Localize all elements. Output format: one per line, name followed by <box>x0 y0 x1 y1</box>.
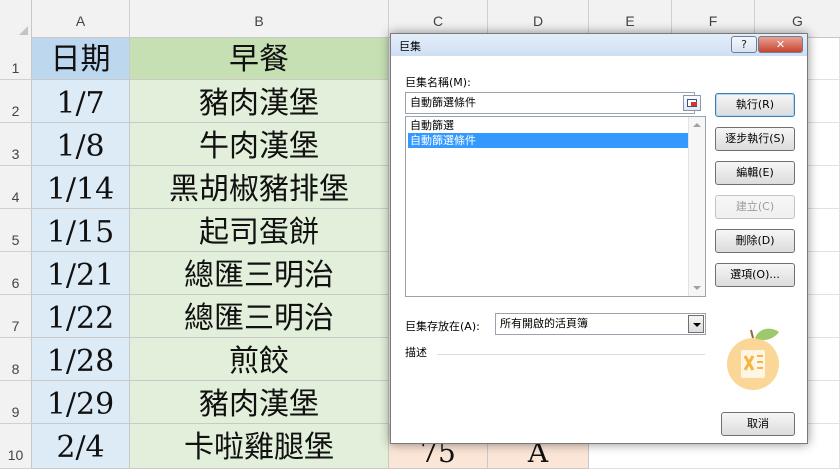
row-header-7[interactable]: 7 <box>0 295 32 338</box>
macro-store-select[interactable]: 所有開啟的活頁簿 <box>495 313 706 335</box>
select-all-triangle-icon <box>19 26 28 35</box>
row-header-9[interactable]: 9 <box>0 381 32 424</box>
row-header-10[interactable]: 10 <box>0 424 32 469</box>
range-select-arrow-icon <box>691 102 697 106</box>
cell-b8[interactable]: 煎餃 <box>130 338 389 381</box>
cell-a4[interactable]: 1/14 <box>32 166 130 209</box>
column-header-a[interactable]: A <box>32 0 130 38</box>
cell-a5[interactable]: 1/15 <box>32 209 130 252</box>
cell-g3[interactable] <box>808 123 840 166</box>
cell-a7[interactable]: 1/22 <box>32 295 130 338</box>
cell-b7[interactable]: 總匯三明治 <box>130 295 389 338</box>
macro-name-label: 巨集名稱(M): <box>405 76 471 89</box>
cell-b1[interactable]: 早餐 <box>130 38 389 80</box>
cancel-button[interactable]: 取消 <box>721 412 795 436</box>
delete-button[interactable]: 刪除(D) <box>715 229 795 253</box>
options-button[interactable]: 選項(O)... <box>715 263 795 287</box>
scroll-up-arrow-icon[interactable] <box>693 123 701 127</box>
macro-list-item[interactable]: 自動篩選 <box>408 118 688 133</box>
step-into-button[interactable]: 逐步執行(S) <box>715 127 795 151</box>
cell-a9[interactable]: 1/29 <box>32 381 130 424</box>
macro-name-ref-button[interactable] <box>683 95 701 111</box>
description-label: 描述 <box>405 346 427 359</box>
cell-a1[interactable]: 日期 <box>32 38 130 80</box>
cell-b2[interactable]: 豬肉漢堡 <box>130 80 389 123</box>
description-divider <box>437 354 705 355</box>
macro-list-scrollbar[interactable] <box>688 117 705 296</box>
dialog-titlebar[interactable]: 巨集 ? ✕ <box>391 34 807 56</box>
help-button[interactable]: ? <box>731 36 757 53</box>
column-header-b[interactable]: B <box>130 0 389 38</box>
cell-g1[interactable] <box>808 38 840 80</box>
create-button[interactable]: 建立(C) <box>715 195 795 219</box>
cell-b9[interactable]: 豬肉漢堡 <box>130 381 389 424</box>
cell-a3[interactable]: 1/8 <box>32 123 130 166</box>
dialog-title: 巨集 <box>399 40 421 53</box>
cell-g8[interactable] <box>808 338 840 381</box>
cell-a8[interactable]: 1/28 <box>32 338 130 381</box>
edit-button[interactable]: 編輯(E) <box>715 161 795 185</box>
macro-store-label: 巨集存放在(A): <box>405 320 480 333</box>
macro-store-value: 所有開啟的活頁簿 <box>500 317 588 330</box>
cell-g9[interactable] <box>808 381 840 424</box>
cell-b4[interactable]: 黑胡椒豬排堡 <box>130 166 389 209</box>
row-header-1[interactable]: 1 <box>0 38 32 80</box>
row-header-5[interactable]: 5 <box>0 209 32 252</box>
row-header-8[interactable]: 8 <box>0 338 32 381</box>
cell-g5[interactable] <box>808 209 840 252</box>
cell-b6[interactable]: 總匯三明治 <box>130 252 389 295</box>
cell-a6[interactable]: 1/21 <box>32 252 130 295</box>
macro-store-dropdown-button[interactable] <box>688 315 704 333</box>
cell-a2[interactable]: 1/7 <box>32 80 130 123</box>
chevron-down-icon <box>693 323 701 327</box>
cell-b10[interactable]: 卡啦雞腿堡 <box>130 424 389 469</box>
cell-g7[interactable] <box>808 295 840 338</box>
cell-g6[interactable] <box>808 252 840 295</box>
cell-g2[interactable] <box>808 80 840 123</box>
row-header-3[interactable]: 3 <box>0 123 32 166</box>
cell-a10[interactable]: 2/4 <box>32 424 130 469</box>
select-all-corner[interactable] <box>0 0 32 38</box>
cell-g4[interactable] <box>808 166 840 209</box>
orange-excel-logo-icon <box>727 328 779 390</box>
cell-b5[interactable]: 起司蛋餅 <box>130 209 389 252</box>
close-button[interactable]: ✕ <box>758 36 803 53</box>
scroll-down-arrow-icon[interactable] <box>693 286 701 290</box>
row-header-6[interactable]: 6 <box>0 252 32 295</box>
run-button[interactable]: 執行(R) <box>715 93 795 117</box>
macro-dialog: 巨集 ? ✕ 巨集名稱(M): 自動篩選條件 自動篩選 自動篩選條件 執行(R)… <box>390 33 808 444</box>
row-header-4[interactable]: 4 <box>0 166 32 209</box>
macro-list[interactable]: 自動篩選 自動篩選條件 <box>405 116 706 297</box>
row-header-2[interactable]: 2 <box>0 80 32 123</box>
macro-list-item-selected[interactable]: 自動篩選條件 <box>408 133 688 148</box>
cell-b3[interactable]: 牛肉漢堡 <box>130 123 389 166</box>
macro-name-input[interactable]: 自動篩選條件 <box>405 92 695 114</box>
